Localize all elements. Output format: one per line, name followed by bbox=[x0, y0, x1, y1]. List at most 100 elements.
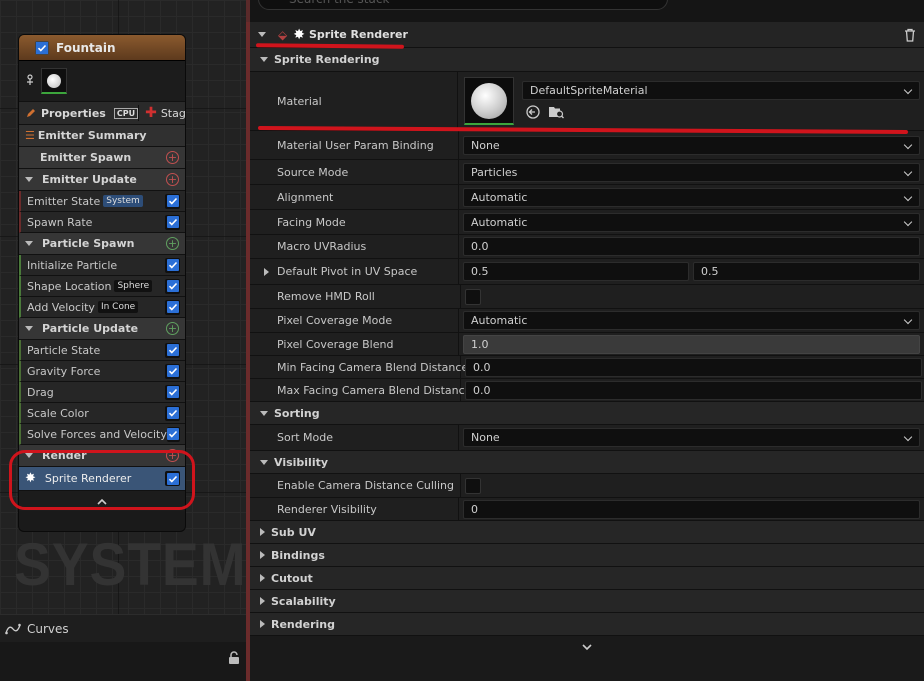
group-emitter-update[interactable]: Emitter Update + bbox=[19, 169, 185, 191]
expand-arrow-icon[interactable] bbox=[260, 528, 265, 536]
module-particle-state[interactable]: Particle State bbox=[19, 340, 185, 361]
material-thumbnail[interactable] bbox=[464, 77, 514, 125]
value-dropdown[interactable]: Automatic bbox=[463, 311, 920, 330]
prop-row: Max Facing Camera Blend Distance 0.0 bbox=[250, 379, 924, 402]
section-label: Scalability bbox=[271, 594, 336, 608]
value-dropdown[interactable]: Particles bbox=[463, 162, 920, 182]
module-label: Gravity Force bbox=[27, 364, 101, 378]
properties-button[interactable]: Properties CPU bbox=[19, 107, 139, 120]
section-collapsed[interactable]: Bindings bbox=[250, 544, 924, 567]
value-input-x[interactable]: 0.5 bbox=[463, 262, 689, 281]
prop-row: Min Facing Camera Blend Distance 0.0 bbox=[250, 356, 924, 379]
sprite-renderer-panel: ⬙ ✸ Sprite Renderer Sprite Rendering Mat… bbox=[246, 22, 924, 681]
module-enabled-checkbox[interactable] bbox=[165, 363, 180, 379]
module-scale-color[interactable]: Scale Color bbox=[19, 403, 185, 424]
section-visibility[interactable]: Visibility bbox=[250, 451, 924, 474]
module-spawn-rate[interactable]: Spawn Rate bbox=[19, 212, 185, 233]
module-enabled-checkbox[interactable] bbox=[165, 342, 180, 358]
module-enabled-checkbox[interactable] bbox=[165, 299, 180, 315]
group-particle-spawn[interactable]: Particle Spawn + bbox=[19, 233, 185, 255]
module-enabled-checkbox[interactable] bbox=[166, 426, 180, 442]
prop-label: Material User Param Binding bbox=[250, 131, 459, 159]
section-sorting[interactable]: Sorting bbox=[250, 402, 924, 425]
module-drag[interactable]: Drag bbox=[19, 382, 185, 403]
module-enabled-checkbox[interactable] bbox=[165, 278, 180, 294]
expand-arrow-icon[interactable] bbox=[260, 620, 265, 628]
module-enabled-checkbox[interactable] bbox=[165, 214, 180, 230]
module-tag: System bbox=[103, 195, 143, 207]
section-collapsed[interactable]: Scalability bbox=[250, 590, 924, 613]
module-emitter-state[interactable]: Emitter State System bbox=[19, 191, 185, 212]
collapse-arrow-icon[interactable] bbox=[260, 57, 268, 62]
value-checkbox[interactable] bbox=[465, 477, 481, 494]
add-module-icon[interactable]: + bbox=[166, 237, 179, 250]
use-selected-icon[interactable] bbox=[526, 104, 540, 122]
prop-label: Source Mode bbox=[250, 160, 459, 184]
collapse-arrow-icon[interactable] bbox=[260, 459, 268, 465]
add-module-icon[interactable]: + bbox=[166, 173, 179, 186]
module-initialize-particle[interactable]: Initialize Particle bbox=[19, 255, 185, 276]
expand-arrow-icon[interactable] bbox=[260, 551, 265, 559]
trash-icon[interactable] bbox=[904, 28, 916, 45]
value-dropdown[interactable]: Automatic bbox=[463, 187, 920, 207]
emitter-thumbnail-row bbox=[19, 61, 185, 101]
module-add-velocity[interactable]: Add Velocity In Cone bbox=[19, 297, 185, 318]
module-enabled-checkbox[interactable] bbox=[165, 405, 180, 421]
add-stage-button[interactable]: ✚ Stage bbox=[138, 105, 185, 121]
value-dropdown[interactable]: None bbox=[463, 135, 920, 155]
pin-icon[interactable] bbox=[25, 73, 35, 90]
collapse-arrow-icon[interactable] bbox=[258, 32, 266, 37]
emitter-header[interactable]: Fountain bbox=[19, 35, 185, 61]
emitter-thumbnail[interactable] bbox=[41, 68, 67, 94]
value-dropdown[interactable]: None bbox=[463, 428, 920, 447]
group-label: Emitter Spawn bbox=[40, 151, 132, 164]
group-particle-update[interactable]: Particle Update + bbox=[19, 318, 185, 340]
section-collapsed[interactable]: Sub UV bbox=[250, 521, 924, 544]
section-collapsed[interactable]: Rendering bbox=[250, 613, 924, 636]
prop-label: Facing Mode bbox=[250, 210, 459, 234]
value-input[interactable]: 1.0 bbox=[463, 334, 920, 354]
section-label: Cutout bbox=[271, 571, 313, 585]
collapse-arrow-icon[interactable] bbox=[25, 177, 33, 182]
add-module-icon[interactable]: + bbox=[166, 151, 179, 164]
collapse-arrow-icon[interactable] bbox=[260, 410, 268, 416]
cpu-badge: CPU bbox=[113, 107, 139, 119]
value-input[interactable]: 0.0 bbox=[465, 380, 922, 400]
sprite-burst-icon: ✸ bbox=[293, 26, 305, 43]
add-module-icon[interactable]: + bbox=[166, 322, 179, 335]
emitter-summary-row[interactable]: ☰ Emitter Summary bbox=[19, 125, 185, 147]
collapse-arrow-icon[interactable] bbox=[25, 241, 33, 246]
emitter-enabled-checkbox[interactable] bbox=[35, 40, 49, 55]
browse-folder-icon[interactable] bbox=[548, 105, 564, 122]
section-collapsed[interactable]: Cutout bbox=[250, 567, 924, 590]
module-solve-forces[interactable]: Solve Forces and Velocity bbox=[19, 424, 185, 445]
scroll-more-chevron[interactable] bbox=[250, 636, 924, 658]
module-enabled-checkbox[interactable] bbox=[165, 193, 180, 209]
value-input[interactable]: 0 bbox=[463, 499, 920, 519]
module-shape-location[interactable]: Shape Location Sphere bbox=[19, 276, 185, 297]
value-input[interactable]: 0.0 bbox=[463, 237, 920, 256]
collapse-arrow-icon[interactable] bbox=[25, 326, 33, 331]
expand-arrow-icon[interactable] bbox=[264, 267, 269, 276]
group-emitter-spawn[interactable]: Emitter Spawn + bbox=[19, 147, 185, 169]
curves-label: Curves bbox=[27, 621, 69, 636]
value-input[interactable]: 0.0 bbox=[465, 357, 922, 377]
value-input-y[interactable]: 0.5 bbox=[693, 262, 920, 281]
expand-arrow-icon[interactable] bbox=[260, 574, 265, 582]
lock-icon[interactable] bbox=[228, 651, 240, 667]
prop-row: Pixel Coverage Blend 1.0 bbox=[250, 333, 924, 356]
pencil-icon bbox=[27, 109, 35, 117]
curves-tab[interactable]: Curves bbox=[0, 614, 246, 642]
expand-arrow-icon[interactable] bbox=[260, 597, 265, 605]
module-gravity-force[interactable]: Gravity Force bbox=[19, 361, 185, 382]
system-watermark: SYSTEM bbox=[14, 531, 246, 598]
value-dropdown[interactable]: Automatic bbox=[463, 212, 920, 232]
prop-row: Sort Mode None bbox=[250, 425, 924, 451]
prop-row: Default Pivot in UV Space 0.5 0.5 bbox=[250, 259, 924, 285]
module-enabled-checkbox[interactable] bbox=[165, 257, 180, 273]
search-stack-input[interactable]: Search the stack bbox=[258, 0, 668, 10]
material-dropdown[interactable]: DefaultSpriteMaterial bbox=[522, 80, 920, 100]
section-sprite-rendering[interactable]: Sprite Rendering bbox=[250, 48, 924, 72]
value-checkbox[interactable] bbox=[465, 288, 481, 305]
module-enabled-checkbox[interactable] bbox=[165, 384, 180, 400]
